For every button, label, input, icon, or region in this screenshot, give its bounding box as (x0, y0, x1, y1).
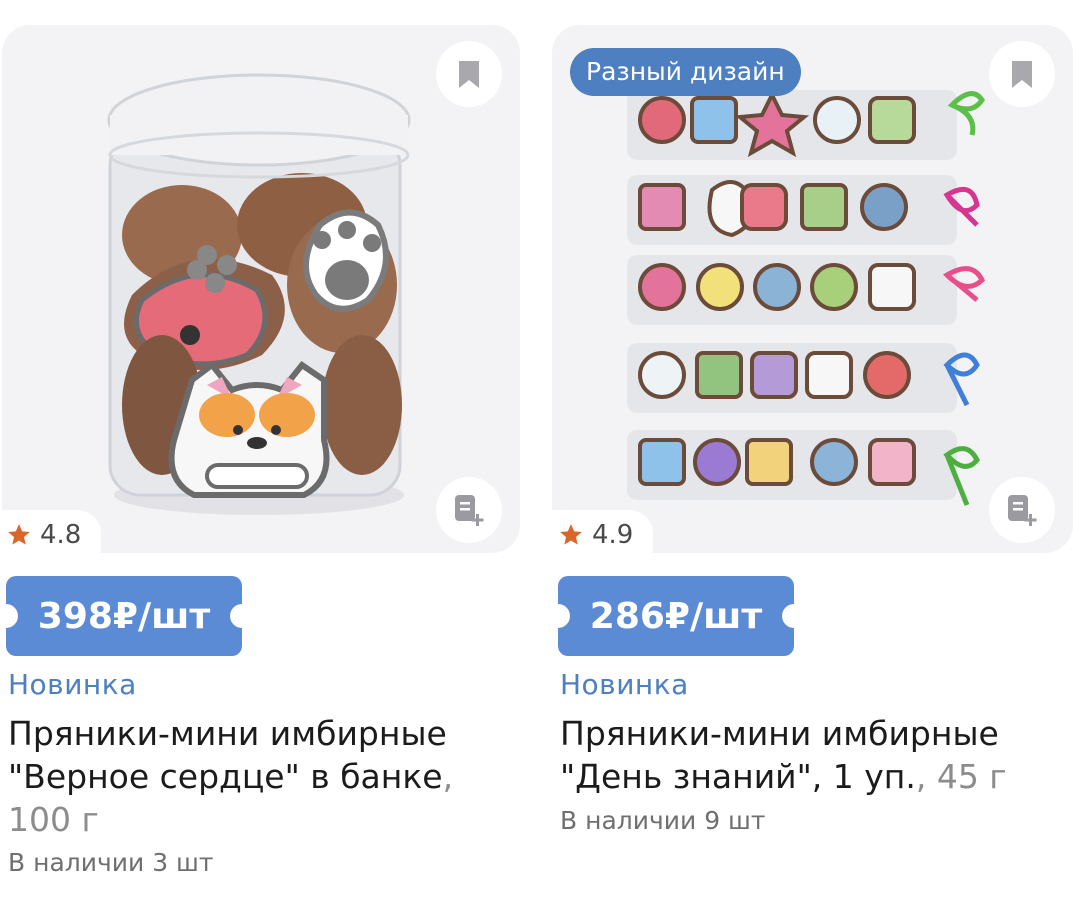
bookmark-icon (1012, 61, 1032, 88)
rating: 4.8 (0, 510, 102, 560)
rating: 4.9 (552, 510, 654, 560)
price: 286₽/шт (589, 595, 763, 637)
star-icon (8, 524, 30, 545)
add-to-list-icon (1008, 495, 1037, 526)
product-title[interactable]: Пряники-мини имбирные "День знаний", 1 у… (560, 712, 1070, 798)
product-title[interactable]: Пряники-мини имбирные "Верное сердце" в … (8, 712, 518, 841)
product-image (107, 73, 411, 515)
new-label: Новинка (8, 668, 137, 701)
product-image-area[interactable] (2, 25, 520, 553)
product-card[interactable]: Разный дизайн 4.9 286₽/шт Новинка Пряник… (552, 0, 1073, 897)
product-title-text: Пряники-мини имбирные "Верное сердце" в … (8, 714, 447, 796)
design-badge: Разный дизайн (570, 48, 801, 96)
product-image (627, 90, 986, 506)
bookmark-icon (459, 61, 479, 88)
rating-value: 4.8 (40, 520, 82, 550)
add-to-list-button[interactable] (989, 477, 1055, 543)
product-image-area[interactable]: Разный дизайн (552, 25, 1073, 553)
star-icon (560, 524, 582, 545)
rating-value: 4.9 (592, 520, 634, 550)
add-to-list-icon (455, 495, 484, 526)
add-to-list-button[interactable] (436, 477, 502, 543)
bookmark-button[interactable] (436, 41, 502, 107)
price-tag: 286₽/шт (558, 576, 794, 656)
bookmark-button[interactable] (989, 41, 1055, 107)
product-card[interactable]: 4.8 398₽/шт Новинка Пряники-мини имбирны… (0, 0, 520, 897)
price: 398₽/шт (37, 595, 211, 637)
new-label: Новинка (560, 668, 689, 701)
stock-status: В наличии 3 шт (8, 848, 214, 877)
stock-status: В наличии 9 шт (560, 806, 766, 835)
product-weight: 45 г (936, 757, 1007, 796)
product-weight: 100 г (8, 800, 99, 839)
price-tag: 398₽/шт (6, 576, 242, 656)
